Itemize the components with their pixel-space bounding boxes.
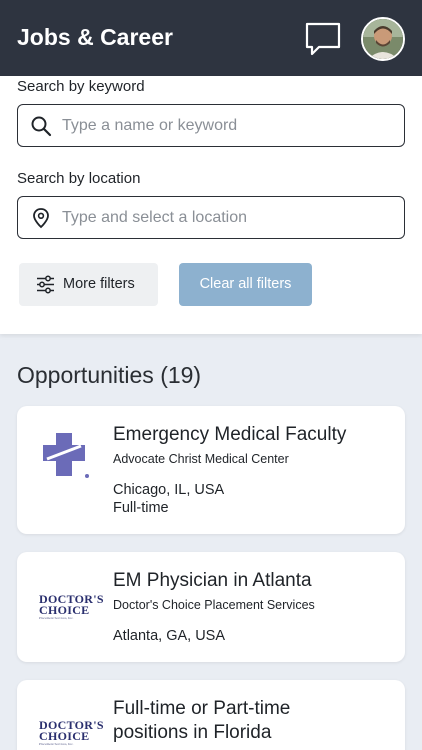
company-logo [39, 430, 91, 485]
location-placeholder: Type and select a location [62, 209, 248, 226]
job-card[interactable]: Emergency Medical Faculty Advocate Chris… [17, 406, 405, 534]
messages-button[interactable] [305, 22, 341, 56]
app-header: Jobs & Career [0, 0, 422, 76]
job-title-line2: positions in Florida [113, 722, 272, 743]
more-filters-button[interactable]: More filters [19, 263, 158, 306]
opportunities-heading: Opportunities (19) [17, 362, 202, 388]
search-icon [31, 116, 52, 137]
logo-text-line2: CHOICE [39, 603, 90, 617]
advocate-cross-logo [43, 433, 89, 478]
sliders-icon [37, 275, 54, 294]
location-pin-icon [33, 208, 49, 229]
job-card[interactable]: DOCTOR'S CHOICE Placement Services, Inc.… [17, 552, 405, 662]
logo-text-line3: Placement Services, Inc. [39, 616, 74, 620]
avatar[interactable] [361, 17, 405, 61]
location-label: Search by location [17, 170, 141, 187]
user-avatar-image [363, 19, 403, 59]
logo-text-line2: CHOICE [39, 729, 90, 743]
keyword-search-input[interactable]: Type a name or keyword [17, 104, 405, 147]
logo-text-line3: Placement Services, Inc. [39, 742, 74, 746]
job-card[interactable]: DOCTOR'S CHOICE Placement Services, Inc.… [17, 680, 405, 750]
job-type: Full-time [113, 500, 169, 516]
chat-bubble-icon [305, 22, 341, 56]
job-location: Atlanta, GA, USA [113, 628, 226, 644]
company-name: Advocate Christ Medical Center [113, 452, 289, 466]
job-title-line1: Full-time or Part-time [113, 698, 291, 719]
location-search-input[interactable]: Type and select a location [17, 196, 405, 239]
job-location: Chicago, IL, USA [113, 482, 225, 498]
more-filters-label: More filters [63, 276, 135, 292]
job-title: Emergency Medical Faculty [113, 424, 347, 445]
doctors-choice-logo: DOCTOR'S CHOICE Placement Services, Inc. [39, 593, 104, 621]
search-filters-panel: Search by keyword Type a name or keyword… [0, 76, 422, 334]
page-title: Jobs & Career [17, 24, 173, 50]
clear-filters-button[interactable]: Clear all filters [179, 263, 312, 306]
doctors-choice-logo: DOCTOR'S CHOICE Placement Services, Inc. [39, 719, 104, 747]
keyword-label: Search by keyword [17, 78, 145, 95]
company-name: Doctor's Choice Placement Services [113, 598, 315, 612]
job-title: EM Physician in Atlanta [113, 570, 312, 591]
keyword-placeholder: Type a name or keyword [62, 117, 238, 134]
